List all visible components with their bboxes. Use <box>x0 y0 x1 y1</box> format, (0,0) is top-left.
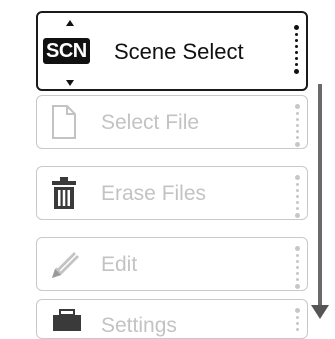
scn-badge: SCN <box>43 38 90 64</box>
more-options-icon[interactable] <box>294 244 300 290</box>
trash-icon <box>52 177 76 209</box>
scroll-up-arrow-icon[interactable] <box>66 20 74 26</box>
menu-item-erase-files[interactable]: Erase Files <box>36 166 308 220</box>
menu-item-label-scene-select: Scene Select <box>114 39 244 64</box>
more-options-icon[interactable] <box>294 306 300 332</box>
file-icon <box>52 105 76 139</box>
pencil-icon <box>52 249 79 278</box>
menu-item-label: Settings <box>101 314 177 337</box>
more-options-icon[interactable] <box>294 173 300 219</box>
menu-item-scene-select[interactable]: SCN Scene Select <box>36 11 308 91</box>
menu-item-label: Erase Files <box>101 182 207 205</box>
menu-item-settings[interactable]: Settings <box>36 299 308 339</box>
menu-item-label: Edit <box>101 253 138 276</box>
scrollbar[interactable] <box>318 84 322 310</box>
menu-item-label: Select File <box>101 111 200 134</box>
menu-item-edit[interactable]: Edit <box>36 237 308 291</box>
scroll-down-arrow-icon[interactable] <box>311 305 329 319</box>
menu-item-select-file[interactable]: Select File <box>36 95 308 149</box>
more-options-icon[interactable] <box>294 102 300 148</box>
toolbox-icon <box>53 309 81 331</box>
more-options-icon[interactable] <box>293 23 299 75</box>
scroll-down-arrow-icon[interactable] <box>66 80 74 86</box>
